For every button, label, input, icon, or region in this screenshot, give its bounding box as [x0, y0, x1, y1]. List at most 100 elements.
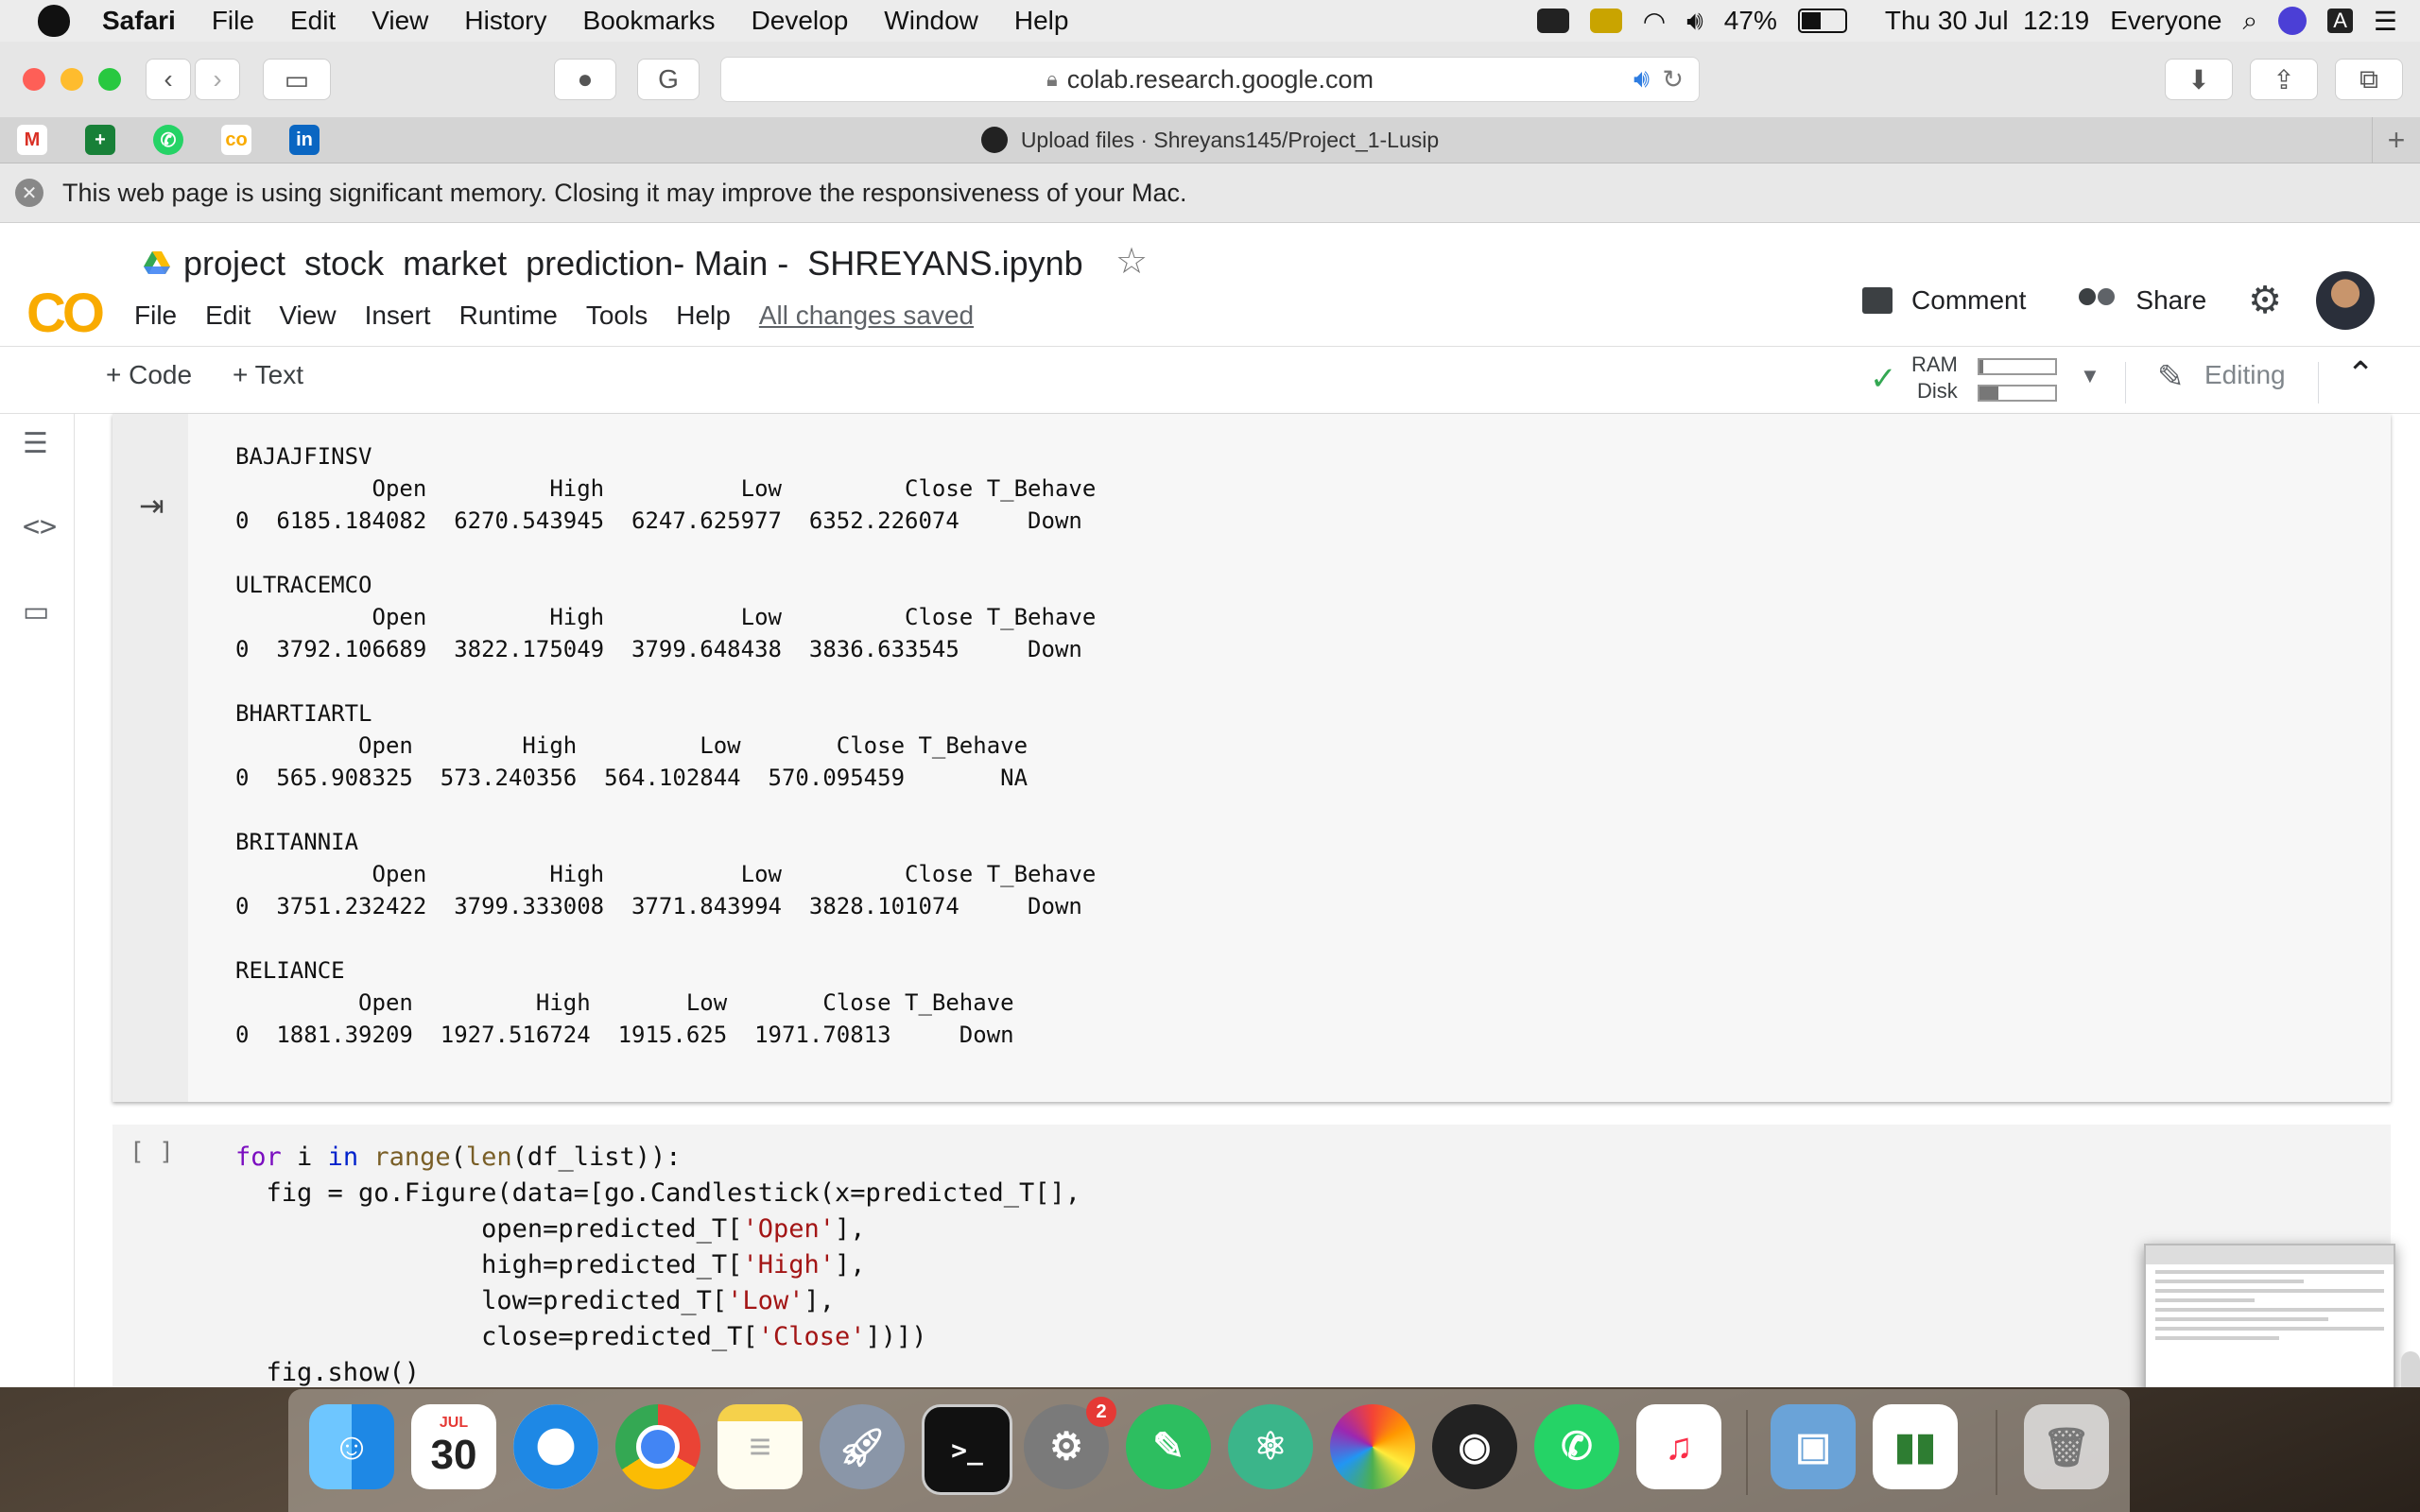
share-button[interactable]: Share	[2135, 285, 2206, 316]
alert-status-icon[interactable]	[1589, 9, 1622, 33]
mac-dock: ☺ JUL 30 ⊕ ≡ 🚀︎ >_ ⚙ 2 ✎ ⚛ ◉ ✆ ♫ ▣ ▮▮ 🗑︎	[288, 1389, 2130, 1512]
colab-logo[interactable]: CO	[26, 282, 105, 345]
save-status[interactable]: All changes saved	[759, 301, 974, 331]
siri-icon[interactable]	[2278, 7, 2308, 35]
google-drive-icon[interactable]	[144, 251, 170, 276]
minimize-window-button[interactable]	[60, 68, 83, 91]
people-icon[interactable]	[2079, 288, 2117, 313]
colab-menu-file[interactable]: File	[134, 301, 177, 331]
safari-toolbar: ‹ › ▭ ● G 🔒︎ colab.research.google.com 🔊…	[0, 42, 2420, 118]
menubar-status-area: ◠ 🔊︎ 47% Thu 30 Jul 12:19 Everyone ⌕ A ☰	[1536, 0, 2397, 42]
trash-icon[interactable]: 🗑︎	[2024, 1404, 2109, 1489]
notification-badge: 2	[1086, 1397, 1116, 1427]
comment-icon[interactable]	[1862, 287, 1893, 314]
menubar-view[interactable]: View	[372, 6, 428, 36]
battery-icon[interactable]	[1797, 9, 1847, 33]
evernote-icon[interactable]: ✎	[1126, 1404, 1211, 1489]
address-bar[interactable]: 🔒︎ colab.research.google.com 🔊︎ ↻	[720, 57, 1700, 102]
colab-menu-view[interactable]: View	[279, 301, 336, 331]
star-icon[interactable]: ☆	[1115, 240, 1148, 283]
share-button[interactable]: ⇪	[2250, 59, 2318, 100]
menubar-edit[interactable]: Edit	[290, 6, 336, 36]
left-sidebar: ☰ <> ▭	[0, 414, 75, 1387]
menubar-user[interactable]: Everyone	[2110, 6, 2221, 36]
avatar[interactable]	[2316, 271, 2375, 330]
menubar-window[interactable]: Window	[884, 6, 978, 36]
preview-icon[interactable]: ▣	[1771, 1404, 1856, 1489]
numbers-icon[interactable]: ▮▮	[1873, 1404, 1958, 1489]
calendar-day: 30	[430, 1432, 477, 1478]
battery-percent[interactable]: 47%	[1724, 6, 1777, 36]
table-of-contents-icon[interactable]: ☰	[23, 427, 48, 460]
system-preferences-icon[interactable]: ⚙ 2	[1024, 1397, 1116, 1489]
audio-playing-icon[interactable]: 🔊︎	[1634, 64, 1650, 94]
code-cell[interactable]: [ ] for i in range(len(df_list)): fig = …	[112, 1125, 2391, 1387]
comment-button[interactable]: Comment	[1911, 285, 2026, 316]
menubar-history[interactable]: History	[464, 6, 546, 36]
menubar-bookmarks[interactable]: Bookmarks	[583, 6, 716, 36]
wifi-icon[interactable]: ◠	[1643, 6, 1666, 37]
notebook-title[interactable]: project stock market prediction- Main - …	[183, 244, 1083, 284]
code-snippets-icon[interactable]: <>	[23, 510, 57, 543]
gear-icon[interactable]: ⚙	[2248, 279, 2282, 322]
launchpad-icon[interactable]: 🚀︎	[820, 1404, 905, 1489]
files-icon[interactable]: ▭	[23, 595, 49, 628]
close-window-button[interactable]	[23, 68, 45, 91]
downloads-button[interactable]: ⬇	[2165, 59, 2233, 100]
finder-icon[interactable]: ☺	[309, 1404, 394, 1489]
run-cell-bracket[interactable]: [ ]	[130, 1138, 174, 1166]
page-scrollbar[interactable]	[2401, 1351, 2420, 1387]
screenshot-thumbnail[interactable]	[2144, 1244, 2395, 1387]
colab-menu-help[interactable]: Help	[676, 301, 731, 331]
colab-menu-runtime[interactable]: Runtime	[459, 301, 558, 331]
spotlight-icon[interactable]: ⌕	[2243, 6, 2258, 37]
photos-icon[interactable]	[1330, 1404, 1415, 1489]
zoom-window-button[interactable]	[98, 68, 121, 91]
mac-menubar: Safari File Edit View History Bookmarks …	[0, 0, 2420, 42]
menubar-develop[interactable]: Develop	[752, 6, 849, 36]
code-editor[interactable]: for i in range(len(df_list)): fig = go.F…	[235, 1140, 1080, 1387]
menubar-help[interactable]: Help	[1014, 6, 1069, 36]
chrome-icon[interactable]	[615, 1404, 700, 1489]
tab-overview-button[interactable]: ⧉	[2335, 59, 2403, 100]
notification-center-icon[interactable]: ☰	[2374, 6, 2397, 37]
colab-menu-insert[interactable]: Insert	[365, 301, 431, 331]
code-line: fig = go.Figure(data=[go.Candlestick(x=p…	[235, 1178, 1081, 1208]
terminal-icon[interactable]: >_	[922, 1404, 1012, 1495]
add-code-button[interactable]: + Code	[106, 360, 192, 390]
whatsapp-icon[interactable]: ✆	[1534, 1404, 1619, 1489]
reload-icon[interactable]: ↻	[1662, 65, 1684, 94]
input-source-icon[interactable]: A	[2327, 9, 2353, 33]
sidebar-toggle-button[interactable]: ▭	[263, 59, 331, 100]
safari-icon[interactable]: ⊕	[513, 1404, 598, 1489]
back-button[interactable]: ‹	[146, 59, 191, 100]
creative-cloud-icon[interactable]	[1536, 9, 1569, 33]
close-banner-icon[interactable]: ✕	[15, 179, 43, 207]
privacy-extension-icon[interactable]: ●	[554, 59, 616, 100]
resource-dropdown-icon[interactable]: ▼	[2080, 364, 2100, 388]
menubar-app-name[interactable]: Safari	[102, 6, 176, 36]
menubar-clock[interactable]: Thu 30 Jul 12:19	[1885, 6, 2089, 36]
collapse-header-icon[interactable]: ⌃	[2346, 354, 2375, 394]
obs-icon[interactable]: ◉	[1432, 1404, 1517, 1489]
atom-icon[interactable]: ⚛	[1228, 1404, 1313, 1489]
editing-mode-button[interactable]: Editing	[2204, 360, 2286, 390]
code-line: for i in range(len(df_list)):	[235, 1143, 682, 1172]
lock-icon: 🔒︎	[1046, 67, 1058, 91]
grammarly-extension-icon[interactable]: G	[637, 59, 700, 100]
colab-menu-tools[interactable]: Tools	[586, 301, 648, 331]
calendar-icon[interactable]: JUL 30	[411, 1404, 496, 1489]
volume-icon[interactable]: 🔊︎	[1686, 6, 1703, 37]
colab-menu-edit[interactable]: Edit	[205, 301, 251, 331]
menubar-file[interactable]: File	[212, 6, 254, 36]
forward-button[interactable]: ›	[195, 59, 240, 100]
active-tab[interactable]: Upload files · Shreyans145/Project_1-Lus…	[0, 117, 2420, 163]
notes-icon[interactable]: ≡	[717, 1404, 803, 1489]
apple-menu-icon[interactable]	[38, 5, 70, 37]
output-action-icon[interactable]: ⇥	[139, 488, 164, 524]
colab-menu: File Edit View Insert Runtime Tools Help…	[134, 301, 1002, 331]
code-line: fig.show()	[235, 1358, 421, 1387]
music-icon[interactable]: ♫	[1636, 1404, 1721, 1489]
add-text-button[interactable]: + Text	[233, 360, 303, 390]
new-tab-button[interactable]: +	[2372, 117, 2420, 163]
